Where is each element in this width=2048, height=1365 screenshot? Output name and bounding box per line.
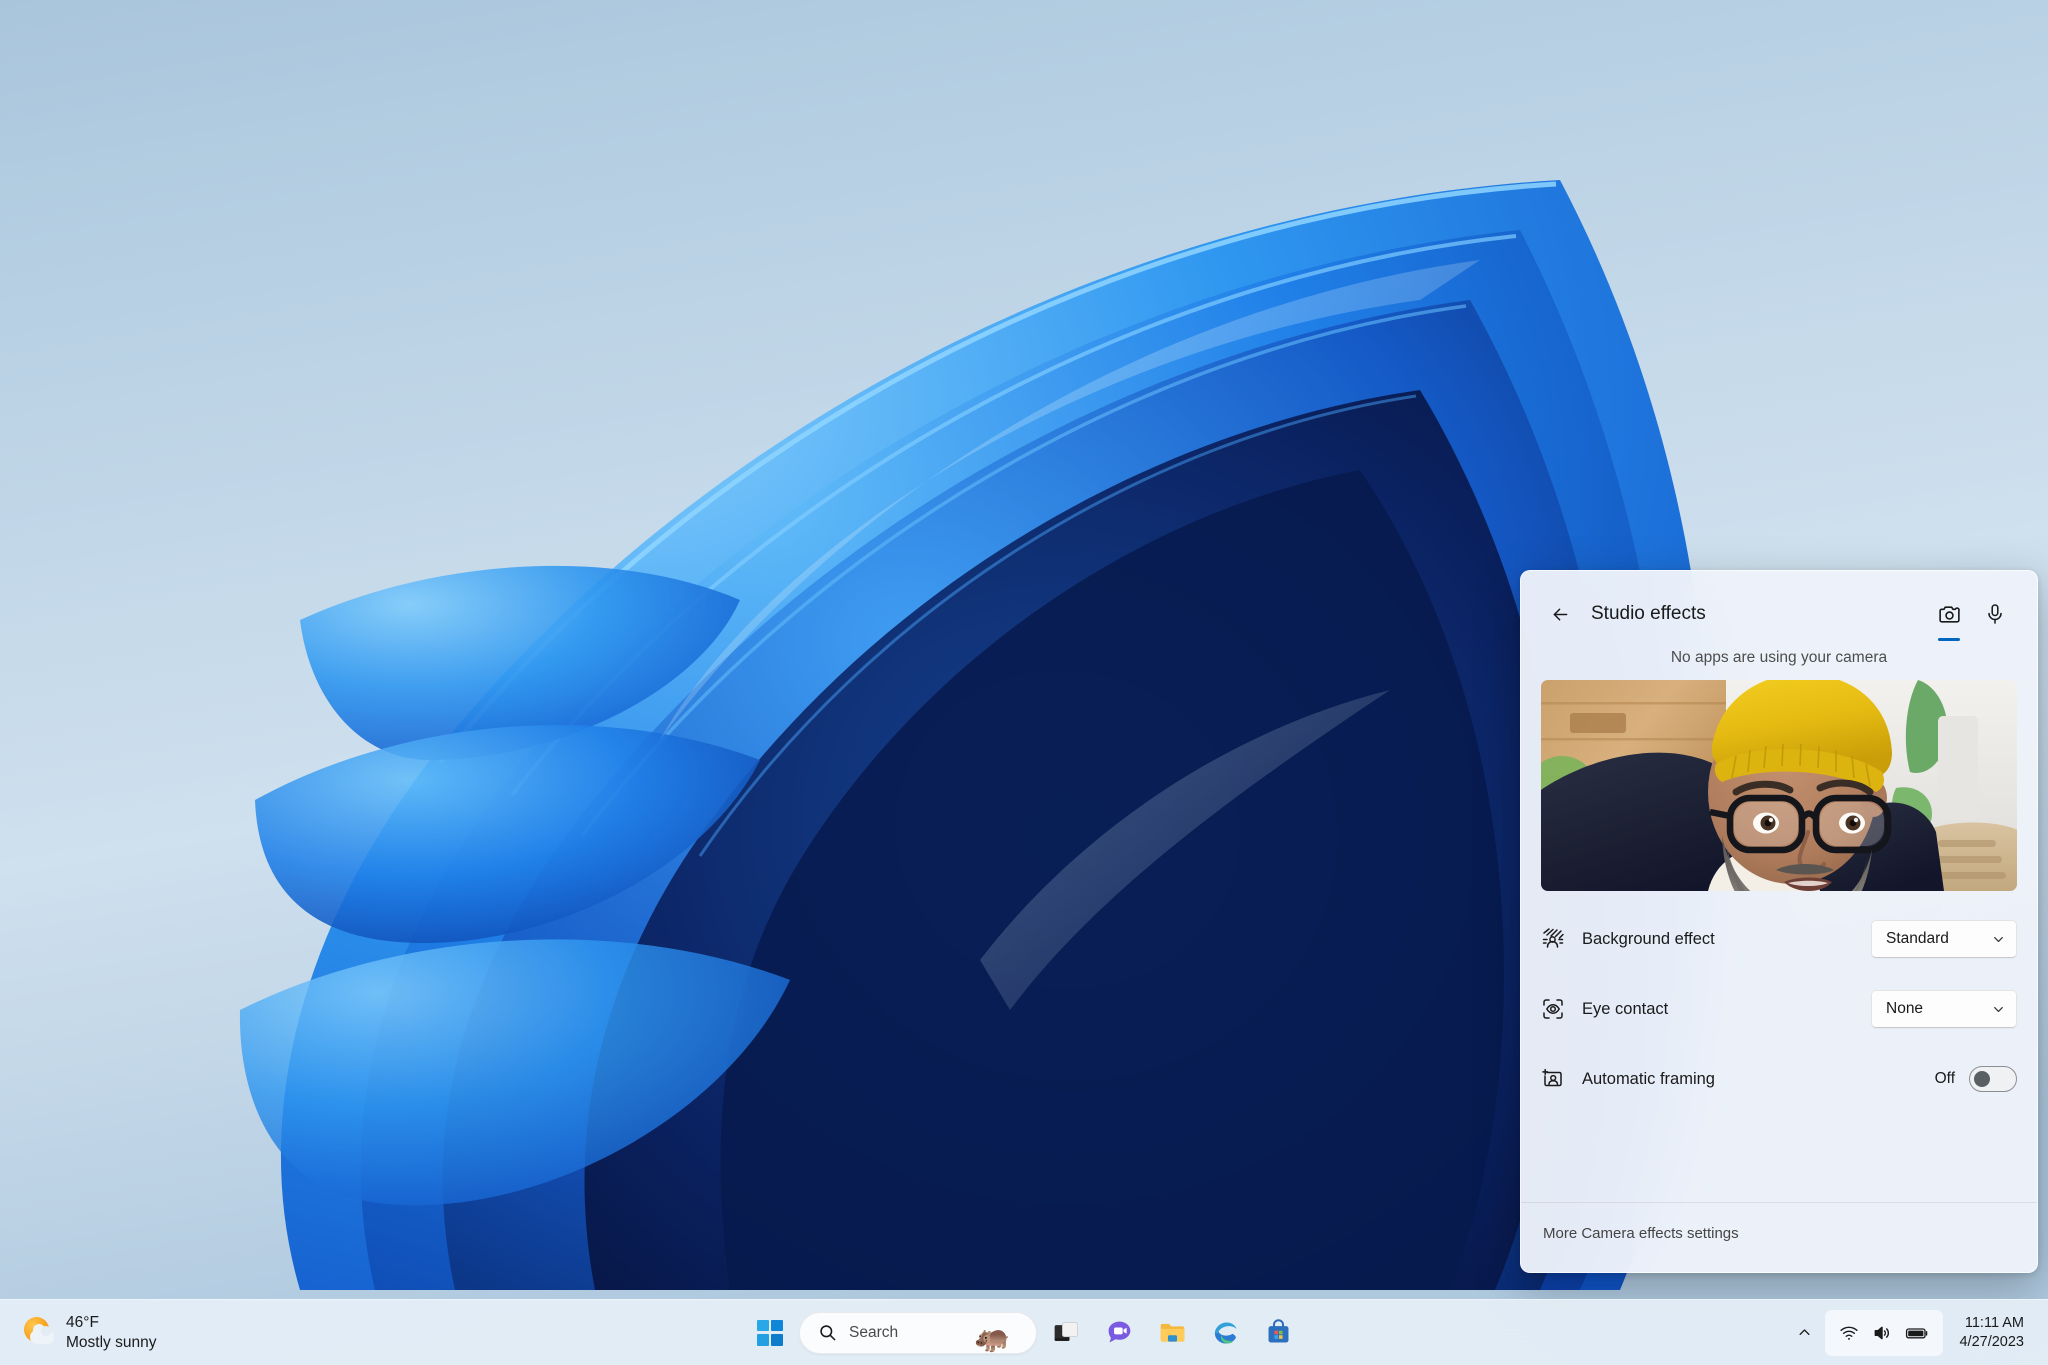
setting-label: Automatic framing <box>1582 1069 1715 1088</box>
eye-contact-icon <box>1541 997 1571 1021</box>
settings-list: Background effect Standard Eye contact N… <box>1521 891 2037 1202</box>
weather-widget[interactable]: 46°F Mostly sunny <box>0 1307 170 1359</box>
clock[interactable]: 11:11 AM 4/27/2023 <box>1947 1314 2032 1352</box>
camera-preview-container <box>1521 680 2037 891</box>
automatic-framing-icon <box>1541 1067 1571 1091</box>
background-effect-dropdown[interactable]: Standard <box>1871 920 2017 958</box>
sun-behind-cloud-icon <box>22 1316 56 1350</box>
camera-preview <box>1541 680 2017 891</box>
eye-contact-dropdown[interactable]: None <box>1871 990 2017 1028</box>
tray-time: 11:11 AM <box>1964 1314 2024 1331</box>
windows-logo-icon <box>757 1319 783 1346</box>
automatic-framing-toggle[interactable] <box>1969 1066 2017 1092</box>
start-button[interactable] <box>746 1309 794 1357</box>
chevron-down-icon <box>1994 936 2003 942</box>
search-input[interactable]: Search 🦛 <box>799 1311 1037 1354</box>
chat-button[interactable] <box>1095 1309 1143 1357</box>
flyout-header: Studio effects <box>1521 571 2037 641</box>
edge-icon <box>1214 1322 1237 1344</box>
background-effect-icon <box>1541 927 1571 951</box>
folder-icon <box>1160 1323 1184 1342</box>
quick-settings-button[interactable] <box>1825 1309 1944 1356</box>
wifi-icon <box>1840 1326 1859 1340</box>
camera-status-text: No apps are using your camera <box>1670 649 1888 666</box>
speaker-icon <box>1875 1326 1890 1339</box>
task-view-button[interactable] <box>1042 1309 1090 1357</box>
camera-icon <box>1938 605 1960 623</box>
toggle-state-label: Off <box>1934 1070 1955 1087</box>
flyout-footer: More Camera effects settings <box>1521 1202 2037 1272</box>
microphone-icon <box>1988 604 2002 624</box>
microsoft-edge-button[interactable] <box>1201 1309 1249 1357</box>
more-camera-effects-settings-link[interactable]: More Camera effects settings <box>1543 1225 1739 1242</box>
microphone-tab[interactable] <box>1975 594 2015 634</box>
setting-row-eye-contact: Eye contact None <box>1541 983 2017 1035</box>
back-button[interactable] <box>1543 597 1577 631</box>
active-tab-indicator <box>1938 637 1960 641</box>
task-view-icon <box>1054 1321 1078 1341</box>
system-tray: 11:11 AM 4/27/2023 <box>1787 1300 2048 1365</box>
camera-tab[interactable] <box>1929 594 1969 641</box>
tray-overflow-button[interactable] <box>1787 1312 1821 1354</box>
chevron-down-icon <box>1994 1006 2003 1012</box>
automatic-framing-toggle-group: Off <box>1935 1066 2017 1092</box>
studio-effects-flyout: Studio effects No apps are using your ca… <box>1520 570 2038 1273</box>
weather-temperature: 46°F <box>66 1313 99 1331</box>
battery-icon <box>1906 1327 1928 1338</box>
desktop: Studio effects No apps are using your ca… <box>0 0 2048 1365</box>
dropdown-value: Standard <box>1886 930 1949 947</box>
hippo-illustration: 🦛 <box>973 1321 1011 1354</box>
chevron-up-icon <box>1799 1329 1810 1335</box>
setting-label: Background effect <box>1582 929 1715 948</box>
dropdown-value: None <box>1886 1000 1924 1017</box>
toggle-knob <box>1974 1071 1990 1087</box>
taskbar-center-cluster: Search 🦛 <box>746 1300 1302 1365</box>
store-bag-icon <box>1268 1319 1288 1343</box>
setting-label: Eye contact <box>1582 999 1669 1018</box>
chat-video-icon <box>1108 1321 1130 1343</box>
back-arrow-icon <box>1553 608 1567 620</box>
setting-row-background-effect: Background effect Standard <box>1541 913 2017 965</box>
search-icon <box>820 1325 836 1341</box>
page-title: Studio effects <box>1591 603 1706 624</box>
microsoft-store-button[interactable] <box>1254 1309 1302 1357</box>
setting-row-automatic-framing: Automatic framing Off <box>1541 1053 2017 1105</box>
taskbar: 46°F Mostly sunny Search 🦛 11:11 AM 4/27… <box>0 1299 2048 1365</box>
file-explorer-button[interactable] <box>1148 1309 1196 1357</box>
weather-condition: Mostly sunny <box>66 1333 157 1351</box>
tray-date: 4/27/2023 <box>1959 1333 2024 1350</box>
